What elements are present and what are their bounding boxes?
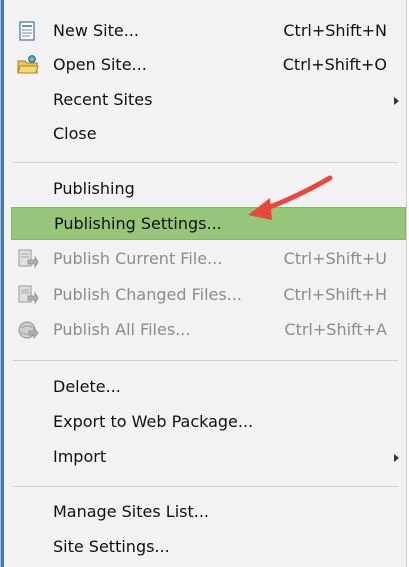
publish-file-icon	[17, 249, 39, 269]
menu-item-shortcut: Ctrl+Shift+N	[283, 21, 387, 40]
menu-item-shortcut: Ctrl+Shift+O	[282, 55, 387, 74]
menu-item-site-settings[interactable]: Site Settings...	[11, 530, 406, 564]
menu-item-publish-all-files[interactable]: Publish All Files... Ctrl+Shift+A	[11, 313, 406, 347]
new-site-icon	[17, 21, 39, 41]
menu-item-export-web-package[interactable]: Export to Web Package...	[11, 405, 406, 439]
menu-item-new-site[interactable]: New Site... Ctrl+Shift+N	[11, 14, 406, 48]
menu-item-recent-sites[interactable]: Recent Sites	[11, 83, 406, 117]
submenu-arrow-icon	[394, 97, 399, 105]
menu-separator	[13, 360, 398, 361]
menu-item-import[interactable]: Import	[11, 440, 406, 474]
menu-item-label: Publish Current File...	[53, 249, 223, 268]
menu-item-shortcut: Ctrl+Shift+U	[283, 249, 387, 268]
publish-all-icon	[17, 320, 39, 340]
menu-item-label: Publishing	[53, 179, 135, 198]
menu-item-label: Publish Changed Files...	[53, 285, 242, 304]
menu-item-label: Recent Sites	[53, 90, 153, 109]
menu-item-publishing-settings[interactable]: Publishing Settings...	[11, 207, 406, 240]
menu-separator	[13, 486, 398, 487]
menu-item-shortcut: Ctrl+Shift+H	[283, 285, 387, 304]
open-site-icon	[17, 55, 39, 75]
menu-item-label: Export to Web Package...	[53, 412, 254, 431]
menu-item-label: Import	[53, 447, 107, 466]
menu-item-label: Publishing Settings...	[54, 214, 222, 233]
menu-item-manage-sites-list[interactable]: Manage Sites List...	[11, 495, 406, 529]
menu-item-label: Close	[53, 124, 97, 143]
menu-item-label: Open Site...	[53, 55, 147, 74]
window-edge	[1, 0, 4, 567]
menu-item-publishing[interactable]: Publishing	[11, 172, 406, 206]
menu-item-label: Delete...	[53, 377, 121, 396]
publish-changed-icon	[17, 285, 39, 305]
menu-item-publish-current-file[interactable]: Publish Current File... Ctrl+Shift+U	[11, 242, 406, 276]
menu-item-label: Manage Sites List...	[53, 502, 210, 521]
menu-item-label: New Site...	[53, 21, 139, 40]
menu-item-label: Site Settings...	[53, 537, 170, 556]
site-menu: New Site... Ctrl+Shift+N Open Site... Ct…	[0, 0, 407, 567]
submenu-arrow-icon	[394, 454, 399, 462]
menu-item-close[interactable]: Close	[11, 117, 406, 151]
menu-item-shortcut: Ctrl+Shift+A	[284, 320, 387, 339]
menu-item-publish-changed-files[interactable]: Publish Changed Files... Ctrl+Shift+H	[11, 278, 406, 312]
menu-separator	[13, 162, 398, 163]
menu-item-label: Publish All Files...	[53, 320, 191, 339]
menu-item-delete[interactable]: Delete...	[11, 370, 406, 404]
menu-item-open-site[interactable]: Open Site... Ctrl+Shift+O	[11, 48, 406, 82]
